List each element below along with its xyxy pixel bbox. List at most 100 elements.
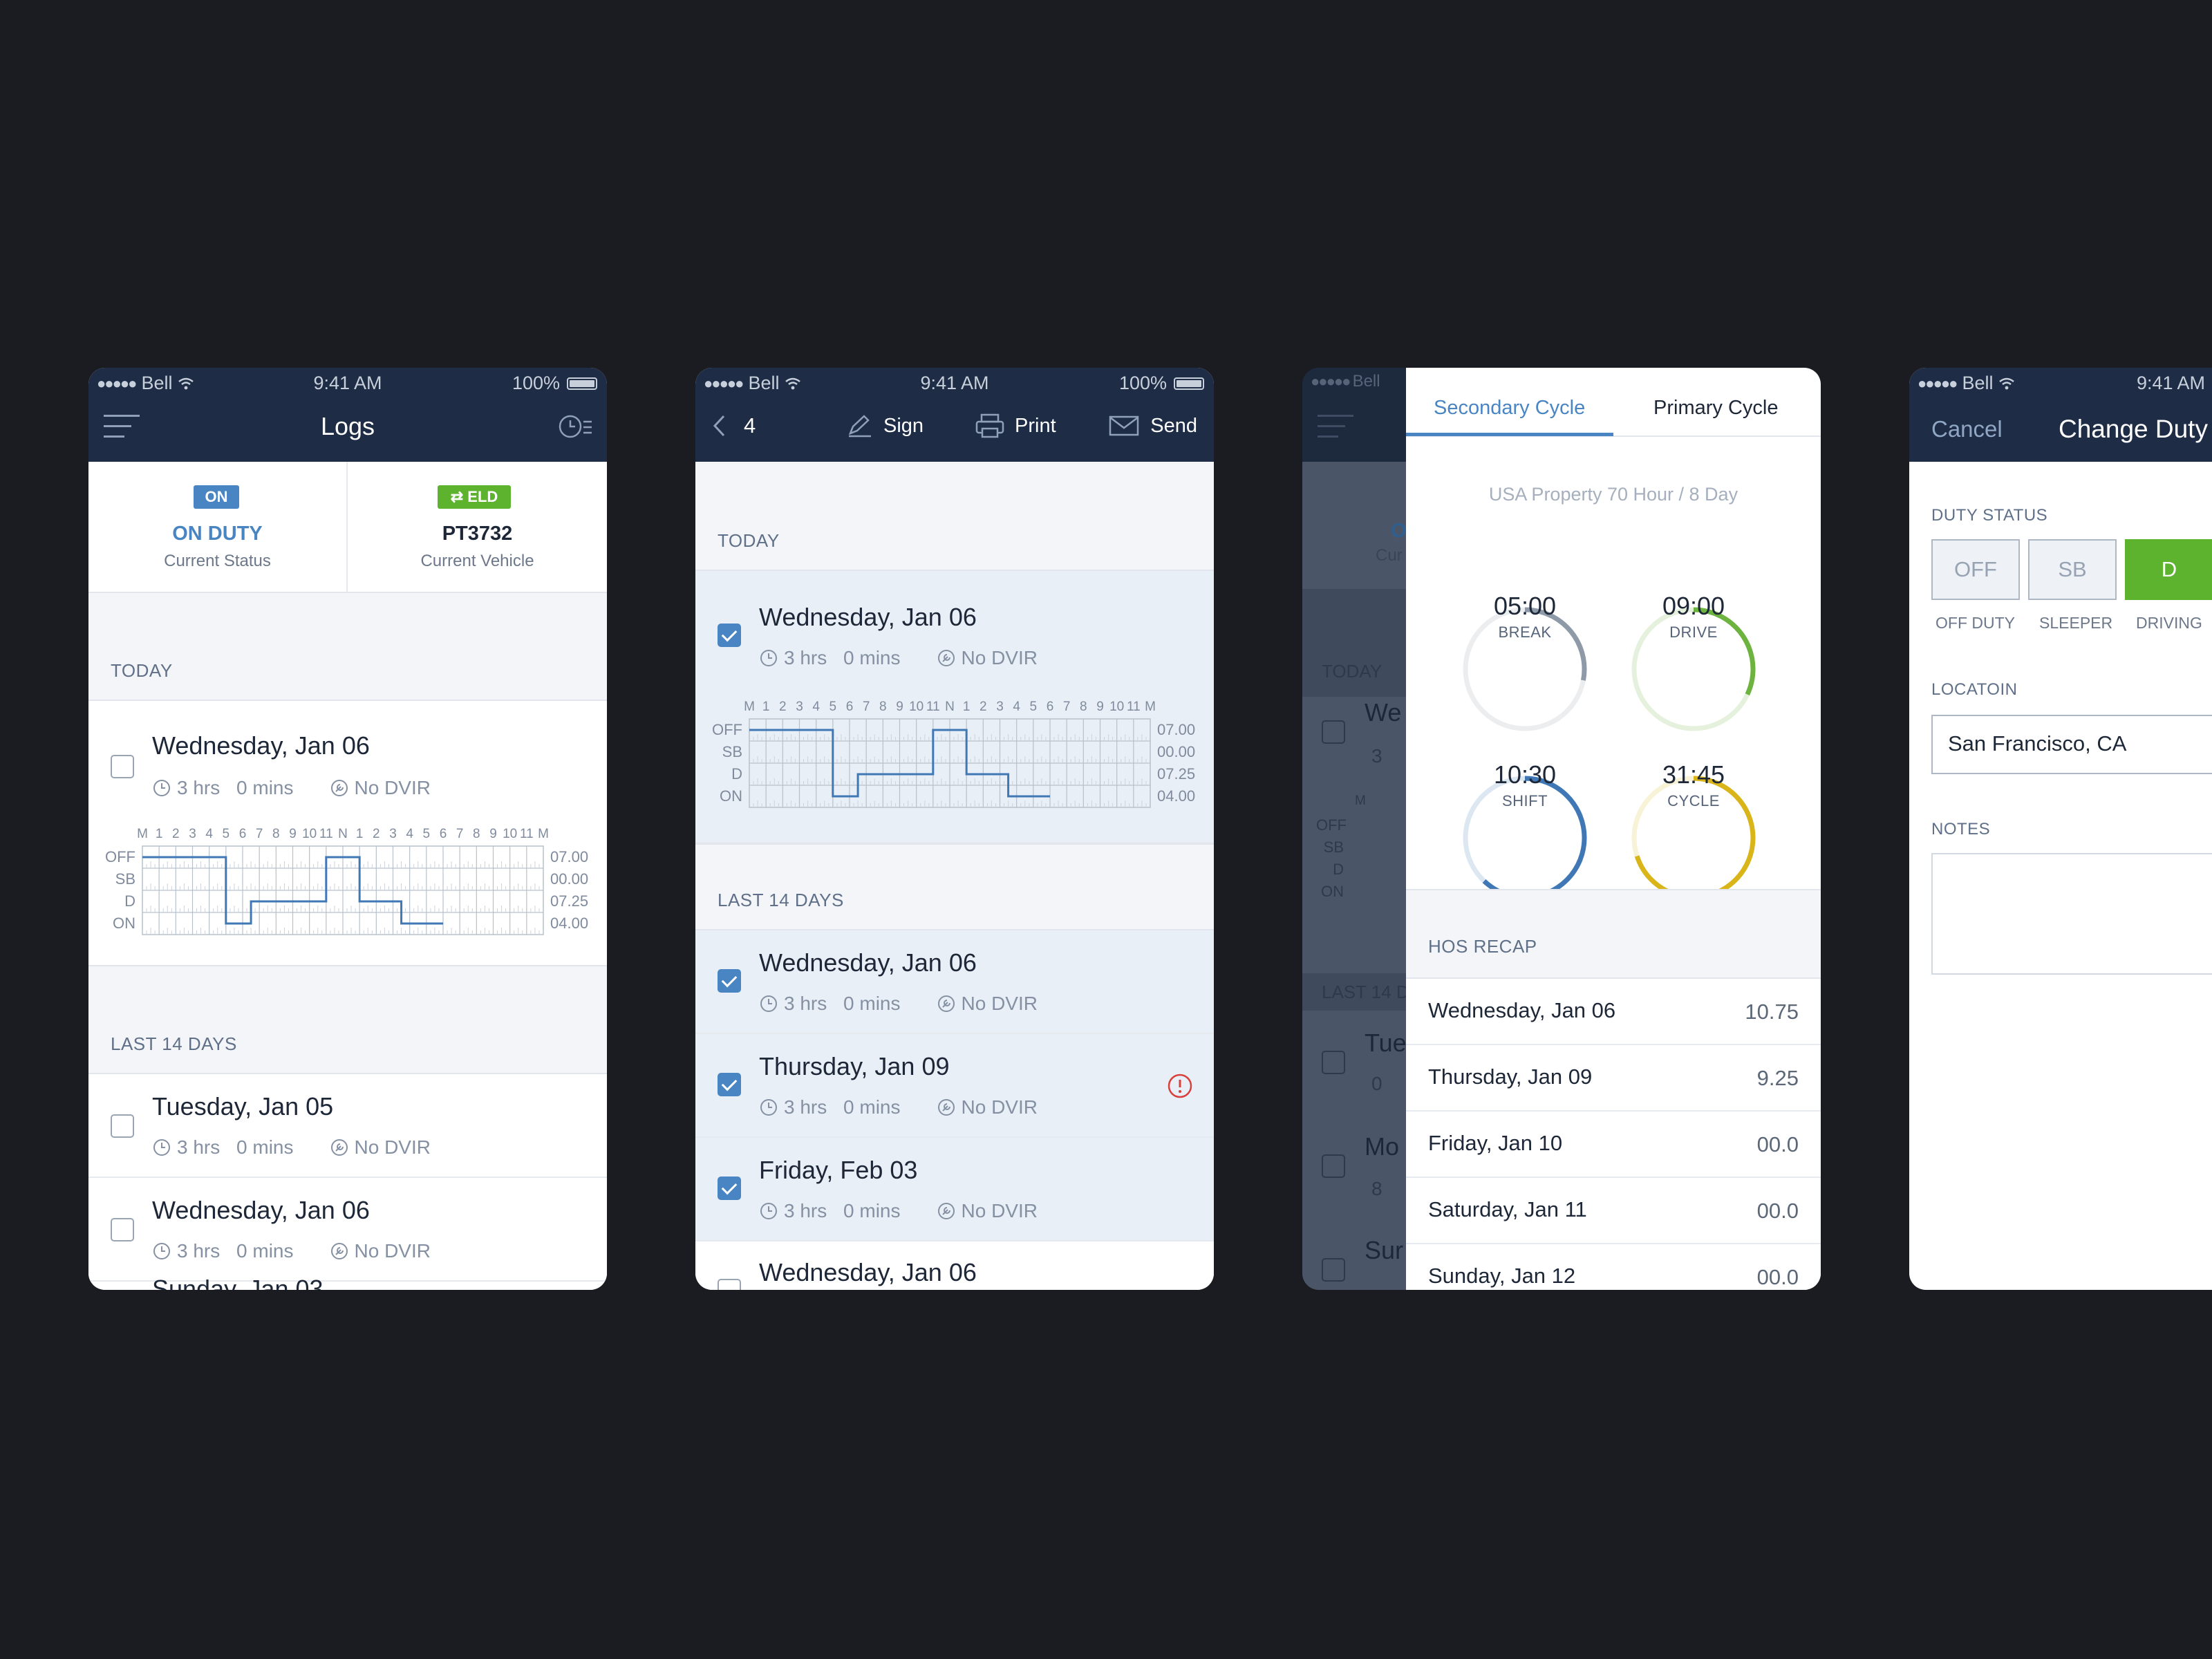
clock-list-icon[interactable] <box>557 413 593 440</box>
list-item[interactable]: Friday, Feb 03 3 hrs 0 mins No DVIR <box>695 1138 1214 1241</box>
alert-icon[interactable] <box>1167 1073 1193 1099</box>
current-status: ON DUTY <box>172 523 263 545</box>
duty-row-label: ON <box>113 915 135 932</box>
list-item[interactable]: Thursday, Jan 09 3 hrs 0 mins No DVIR <box>695 1034 1214 1138</box>
duty-row-total: 07.00 <box>1157 721 1195 738</box>
hour-tick-label: 10 <box>503 827 517 841</box>
carrier: Bell <box>1962 373 1994 393</box>
recap-row[interactable]: Thursday, Jan 09 9.25 <box>1406 1045 1821 1112</box>
recap-list: Wednesday, Jan 06 10.75 Thursday, Jan 09 9… <box>1406 977 1821 1290</box>
clock-icon <box>760 1099 777 1116</box>
hour-tick-label: M <box>1145 700 1156 714</box>
list-item-today[interactable]: Wednesday, Jan 06 3 hrs 0 mins No DVIR M… <box>695 571 1214 843</box>
log-meta: 3 hrs 0 mins No DVIR <box>759 1096 1038 1118</box>
checkbox[interactable] <box>718 624 741 647</box>
cancel-button[interactable]: Cancel <box>1931 416 2003 442</box>
duty-driving-caption: DRIVING <box>2136 614 2202 632</box>
hour-tick-label: 6 <box>1047 700 1054 714</box>
checkbox[interactable] <box>718 969 741 993</box>
recap-row[interactable]: Sunday, Jan 12 00.0 <box>1406 1244 1821 1290</box>
hour-tick-label: 2 <box>172 827 180 841</box>
current-vehicle-panel[interactable]: ⇄ ELD PT3732 Current Vehicle <box>348 462 607 592</box>
hour-tick-label: M <box>538 827 549 841</box>
hour-tick-label: 8 <box>272 827 280 841</box>
wrench-icon <box>330 1139 348 1156</box>
clock: 9:41 AM <box>2136 373 2205 393</box>
tab-primary-cycle[interactable]: Primary Cycle <box>1653 397 1778 420</box>
log-day: Wednesday, Jan 06 <box>152 1196 370 1224</box>
duty-grid: M 1 2 3 4 5 6 7 8 9 10 11 N 1 2 3 4 5 6 7 8 9 10 11 MOFF 07.00SB 0… <box>105 827 588 935</box>
list-item[interactable]: Wednesday, Jan 06 <box>695 1241 1214 1290</box>
hour-tick-label: 4 <box>205 827 213 841</box>
notes-textarea[interactable] <box>1931 853 2212 975</box>
list-item[interactable]: Tuesday, Jan 05 3 hrs 0 mins No DVIR <box>88 1074 607 1178</box>
printer-icon <box>975 413 1004 438</box>
list-item[interactable]: Sunday, Jan 03 <box>88 1275 607 1290</box>
sign-button[interactable]: Sign <box>846 411 924 441</box>
hour-tick-label: 11 <box>926 700 940 714</box>
signal-icon: ●●●●● <box>1918 374 1958 392</box>
section-today: TODAY <box>88 592 607 701</box>
recap-row[interactable]: Friday, Jan 10 00.0 <box>1406 1112 1821 1178</box>
duty-driving-button[interactable]: D <box>2125 539 2212 600</box>
status-bar: ●●●●● Bell 9:41 AM 100% <box>88 368 607 398</box>
hour-tick-label: 3 <box>189 827 196 841</box>
ring-label-break: BREAK <box>1498 624 1552 641</box>
checkbox[interactable] <box>111 1114 134 1138</box>
location-label: LOCATOIN <box>1931 680 2018 699</box>
clock-icon <box>760 1203 777 1219</box>
list-item[interactable]: Wednesday, Jan 06 3 hrs 0 mins No DVIR <box>88 1178 607 1282</box>
hour-tick-label: 6 <box>440 827 447 841</box>
hour-tick-label: 1 <box>156 827 163 841</box>
current-status-panel[interactable]: ON ON DUTY Current Status <box>88 462 348 592</box>
battery-percent: 100% <box>512 373 560 393</box>
hour-tick-label: 11 <box>1127 700 1141 714</box>
checkbox[interactable] <box>111 1218 134 1241</box>
hour-tick-label: N <box>338 827 348 841</box>
hour-tick-label: 9 <box>489 827 497 841</box>
duty-chart: M 1 2 3 4 5 6 7 8 9 10 11 N 1 2 3 4 5 6 7 8 9 10 11 M OFF 07.00 SB 0… <box>695 698 1214 823</box>
checkbox[interactable] <box>718 1177 741 1200</box>
checkbox[interactable] <box>718 1279 741 1290</box>
send-button[interactable]: Send <box>1109 411 1197 441</box>
hour-tick-label: 8 <box>473 827 480 841</box>
ring-label-cycle: CYCLE <box>1667 792 1720 809</box>
battery-icon <box>567 377 597 390</box>
nav-bar: ●●●●● Bell 9:41 AM 100% Logs <box>88 368 607 462</box>
nav-bar: ●●●●● Bell 9:41 AM 100% 4 Sign Print Send <box>695 368 1214 462</box>
location-input[interactable]: San Francisco, CA <box>1931 715 2212 774</box>
hour-tick-label: 3 <box>796 700 803 714</box>
recap-row[interactable]: Wednesday, Jan 06 10.75 <box>1406 979 1821 1045</box>
checkbox[interactable] <box>718 1073 741 1096</box>
hour-tick-label: 9 <box>896 700 903 714</box>
hour-tick-label: 4 <box>812 700 820 714</box>
hour-tick-label: 11 <box>319 827 333 841</box>
back-button[interactable]: 4 <box>712 411 756 441</box>
duty-sleeper-button[interactable]: SB <box>2028 539 2117 600</box>
tab-secondary-cycle[interactable]: Secondary Cycle <box>1434 397 1585 420</box>
hour-tick-label: 5 <box>223 827 230 841</box>
eld-badge: ⇄ ELD <box>438 485 511 509</box>
recap-row[interactable]: Saturday, Jan 11 00.0 <box>1406 1178 1821 1244</box>
battery-icon <box>1174 377 1204 390</box>
dimmed-background: ●●●●● Bell O Cur TODAY We 3 M OFF SB D ON L… <box>1302 368 1406 1290</box>
hour-tick-label: 6 <box>239 827 247 841</box>
duty-off-button[interactable]: OFF <box>1931 539 2020 600</box>
duty-row-total: 07.00 <box>550 848 588 865</box>
checkbox[interactable] <box>111 755 134 778</box>
log-day: Wednesday, Jan 06 <box>759 603 977 631</box>
hour-tick-label: 5 <box>830 700 837 714</box>
hour-tick-label: 5 <box>423 827 431 841</box>
hour-tick-label: 7 <box>456 827 464 841</box>
wrench-icon <box>937 1099 955 1116</box>
list-item[interactable]: Wednesday, Jan 06 3 hrs 0 mins No DVIR <box>695 930 1214 1034</box>
log-day: Friday, Feb 03 <box>759 1156 918 1184</box>
duty-sleeper-caption: SLEEPER <box>2039 614 2113 632</box>
hour-tick-label: M <box>744 700 755 714</box>
print-button[interactable]: Print <box>975 411 1056 441</box>
section-last14: LAST 14 DAYS <box>88 965 607 1074</box>
duty-row-label: OFF <box>712 721 742 738</box>
vehicle-caption: Current Vehicle <box>420 552 534 570</box>
tab-indicator <box>1406 433 1613 436</box>
status-bar: ●●●●● Bell 9:41 AM 100% <box>695 368 1214 398</box>
